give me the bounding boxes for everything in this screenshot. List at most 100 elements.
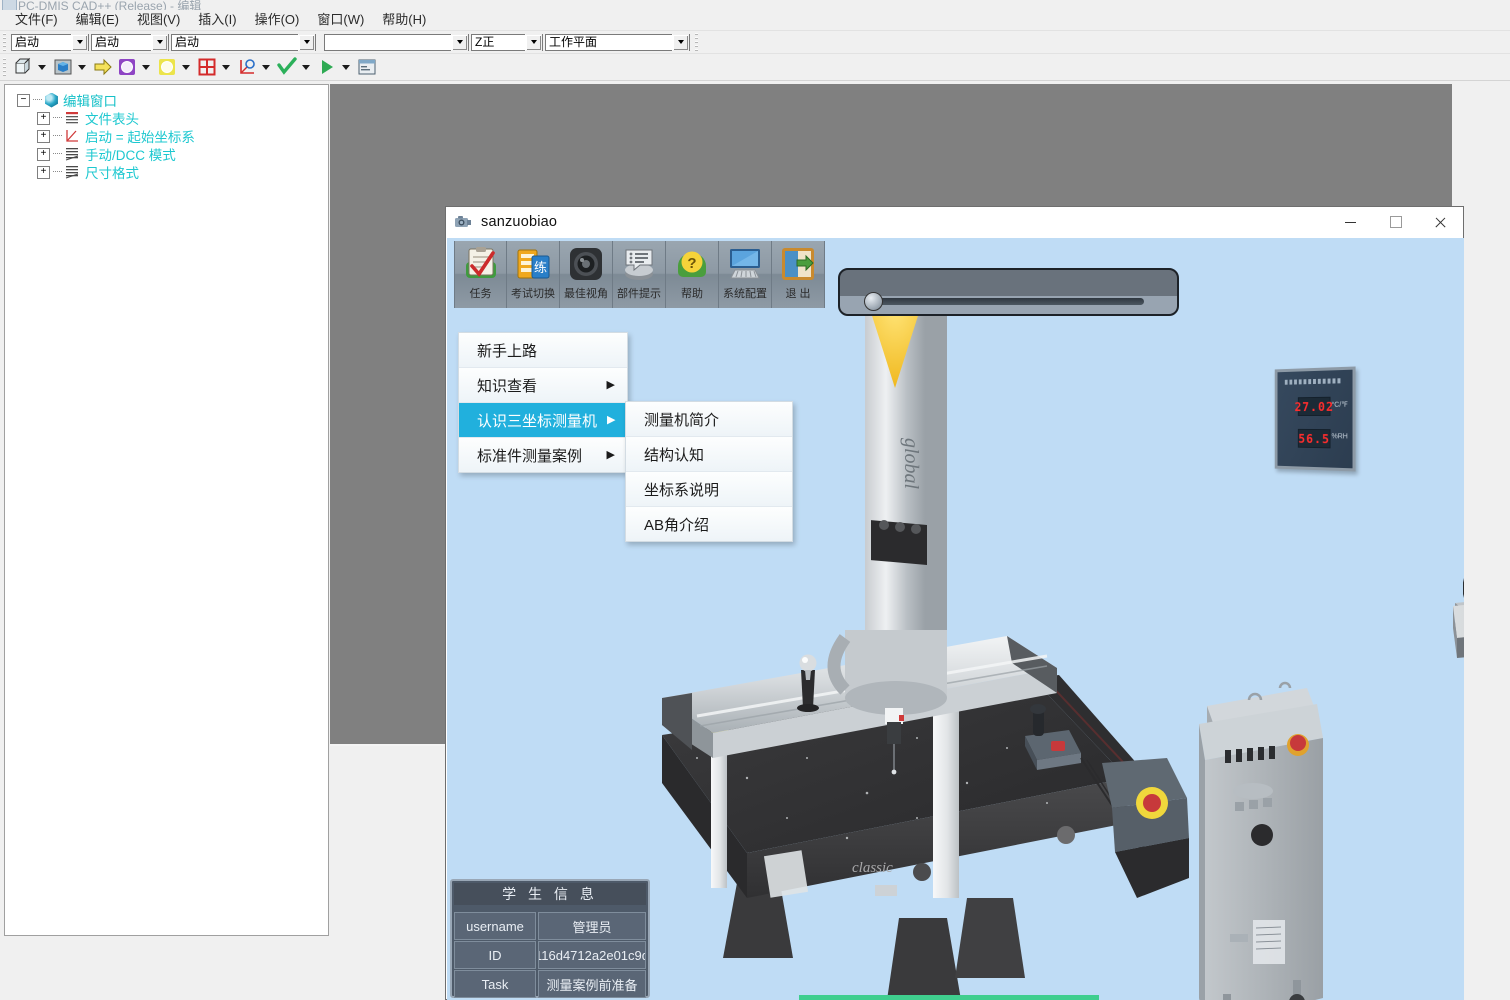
- green-check-dropdown-icon[interactable]: [299, 56, 312, 78]
- menu-item-label: 认识三坐标测量机: [477, 412, 598, 430]
- close-icon[interactable]: [1418, 207, 1463, 237]
- tree-item-manual-dcc-mode[interactable]: + 手动/DCC 模式: [37, 145, 328, 163]
- machine-model-text: classic: [852, 860, 893, 876]
- wireframe-box-icon[interactable]: [12, 56, 34, 78]
- view-slider-widget[interactable]: [838, 268, 1179, 316]
- submenu-item-label: 坐标系说明: [644, 481, 720, 499]
- green-check-icon[interactable]: [276, 56, 298, 78]
- combo-alignment[interactable]: 启动: [171, 33, 316, 51]
- icon-toolbar-grip[interactable]: [3, 58, 9, 76]
- combo-probe-2[interactable]: 启动: [91, 33, 169, 51]
- combo-workplane[interactable]: 工作平面: [545, 33, 690, 51]
- menu-edit[interactable]: 编辑(E): [67, 11, 128, 29]
- alignment-axes-dropdown-icon[interactable]: [259, 56, 272, 78]
- purple-circle-feature-icon[interactable]: [116, 56, 138, 78]
- alignment-icon: [64, 129, 81, 143]
- report-window-icon[interactable]: [356, 56, 378, 78]
- chevron-down-icon[interactable]: [525, 33, 542, 51]
- shaded-box-dropdown-icon[interactable]: [75, 56, 88, 78]
- menu-standard-part-cases[interactable]: 标准件测量案例 ▶: [459, 438, 627, 472]
- tree-collapse-toggle[interactable]: −: [17, 93, 30, 107]
- menu-insert[interactable]: 插入(I): [189, 11, 245, 29]
- chevron-down-icon[interactable]: [151, 33, 168, 51]
- minimize-icon[interactable]: [1328, 207, 1373, 237]
- submenu-arrow-icon: ▶: [606, 378, 615, 391]
- toolbar-best-view[interactable]: 最佳视角: [560, 241, 613, 308]
- tree-item-dimension-format[interactable]: + 尺寸格式: [37, 163, 328, 181]
- menu-knowledge-view[interactable]: 知识查看 ▶: [459, 368, 627, 403]
- sanzuobiao-titlebar[interactable]: sanzuobiao: [446, 207, 1463, 237]
- view-slider-knob[interactable]: [864, 292, 883, 311]
- toolbar-help[interactable]: ? 帮助: [666, 241, 719, 308]
- green-play-dropdown-icon[interactable]: [339, 56, 352, 78]
- menu-operation[interactable]: 操作(O): [246, 11, 309, 29]
- menu-learn-cmm[interactable]: 认识三坐标测量机 ▶: [459, 403, 627, 438]
- toolbar-grip[interactable]: [3, 33, 9, 51]
- submenu-cmm-intro[interactable]: 测量机简介: [626, 402, 792, 437]
- content-area: − 编辑窗口 + 文件表头 + 启动 = 起始坐标系 + 手动/DCC 模式 +…: [0, 82, 1510, 1000]
- tree-item-file-header[interactable]: + 文件表头: [37, 109, 328, 127]
- humidity-unit: %RH: [1331, 433, 1348, 441]
- menu-beginner-start[interactable]: 新手上路: [459, 333, 627, 368]
- mode-lines-icon: [64, 147, 81, 161]
- speech-list-icon: [621, 246, 657, 282]
- toolbar-exit[interactable]: 退 出: [772, 241, 825, 308]
- student-info-panel: 学 生 信 息 username 管理员 ID 116d4712a2e01c9d…: [450, 879, 650, 998]
- submenu-coordinate-system[interactable]: 坐标系说明: [626, 472, 792, 507]
- tree-expand-toggle[interactable]: +: [37, 129, 50, 143]
- sanzuobiao-toolbar: 任务 练 考试切换 最佳视角 部件提示 ? 帮助 系统配置 退 出: [454, 241, 825, 308]
- toolbar-part-tips[interactable]: 部件提示: [613, 241, 666, 308]
- yellow-circle-dropdown-icon[interactable]: [179, 56, 192, 78]
- tree-expand-toggle[interactable]: +: [37, 165, 50, 179]
- tree-root-edit-window[interactable]: − 编辑窗口: [17, 91, 328, 109]
- cmm-submenu: 测量机简介 结构认知 坐标系说明 AB角介绍: [625, 401, 793, 542]
- submenu-arrow-icon: ▶: [606, 448, 615, 461]
- purple-circle-dropdown-icon[interactable]: [139, 56, 152, 78]
- submenu-structure-cognition[interactable]: 结构认知: [626, 437, 792, 472]
- student-info-spacer: [454, 905, 646, 912]
- shaded-box-icon[interactable]: [52, 56, 74, 78]
- edit-window-tree-panel[interactable]: − 编辑窗口 + 文件表头 + 启动 = 起始坐标系 + 手动/DCC 模式 +…: [4, 84, 329, 936]
- student-info-title: 学 生 信 息: [454, 883, 646, 905]
- combo-probe-1[interactable]: 启动: [11, 33, 89, 51]
- tree-expand-toggle[interactable]: +: [37, 111, 50, 125]
- toolbar-task[interactable]: 任务: [454, 241, 507, 308]
- tree-expand-toggle[interactable]: +: [37, 147, 50, 161]
- red-grid-dropdown-icon[interactable]: [219, 56, 232, 78]
- main-dropdown-menu: 新手上路 知识查看 ▶ 认识三坐标测量机 ▶ 标准件测量案例 ▶: [458, 332, 628, 473]
- menu-file[interactable]: 文件(F): [6, 11, 67, 29]
- wireframe-box-dropdown-icon[interactable]: [35, 56, 48, 78]
- chevron-down-icon[interactable]: [71, 33, 88, 51]
- toolbar-exam-switch[interactable]: 练 考试切换: [507, 241, 560, 308]
- lightbulb-question-icon: ?: [674, 246, 710, 282]
- tree-root-label: 编辑窗口: [63, 94, 117, 109]
- svg-text:?: ?: [687, 255, 696, 272]
- red-grid-icon[interactable]: [196, 56, 218, 78]
- temperature-readout: 27.02: [1295, 396, 1334, 417]
- student-info-row: username 管理员: [454, 912, 646, 940]
- tree-item-label: 启动 = 起始坐标系: [85, 130, 195, 145]
- submenu-ab-angle-intro[interactable]: AB角介绍: [626, 507, 792, 541]
- student-info-row: Task 测量案例前准备: [454, 970, 646, 998]
- toolbar-system-config[interactable]: 系统配置: [719, 241, 772, 308]
- toolbar-best-view-label: 最佳视角: [564, 288, 608, 300]
- view-slider-track[interactable]: [874, 298, 1144, 305]
- maximize-icon[interactable]: [1373, 207, 1418, 237]
- hexagon-icon: [45, 92, 58, 108]
- green-play-icon[interactable]: [316, 56, 338, 78]
- toolbar-grip-end[interactable]: [695, 33, 701, 51]
- yellow-arrow-icon[interactable]: [92, 56, 114, 78]
- combo-direction-value: Z正: [475, 34, 495, 49]
- menu-view[interactable]: 视图(V): [128, 11, 189, 29]
- chevron-down-icon[interactable]: [298, 33, 315, 51]
- combo-empty[interactable]: [324, 33, 469, 51]
- alignment-axes-icon[interactable]: [236, 56, 258, 78]
- yellow-circle-feature-icon[interactable]: [156, 56, 178, 78]
- student-task-value: 测量案例前准备: [538, 970, 646, 998]
- combo-direction[interactable]: Z正: [471, 33, 543, 51]
- menu-window[interactable]: 窗口(W): [308, 11, 373, 29]
- chevron-down-icon[interactable]: [451, 33, 468, 51]
- tree-item-start-alignment[interactable]: + 启动 = 起始坐标系: [37, 127, 328, 145]
- menu-help[interactable]: 帮助(H): [373, 11, 435, 29]
- chevron-down-icon[interactable]: [672, 33, 689, 51]
